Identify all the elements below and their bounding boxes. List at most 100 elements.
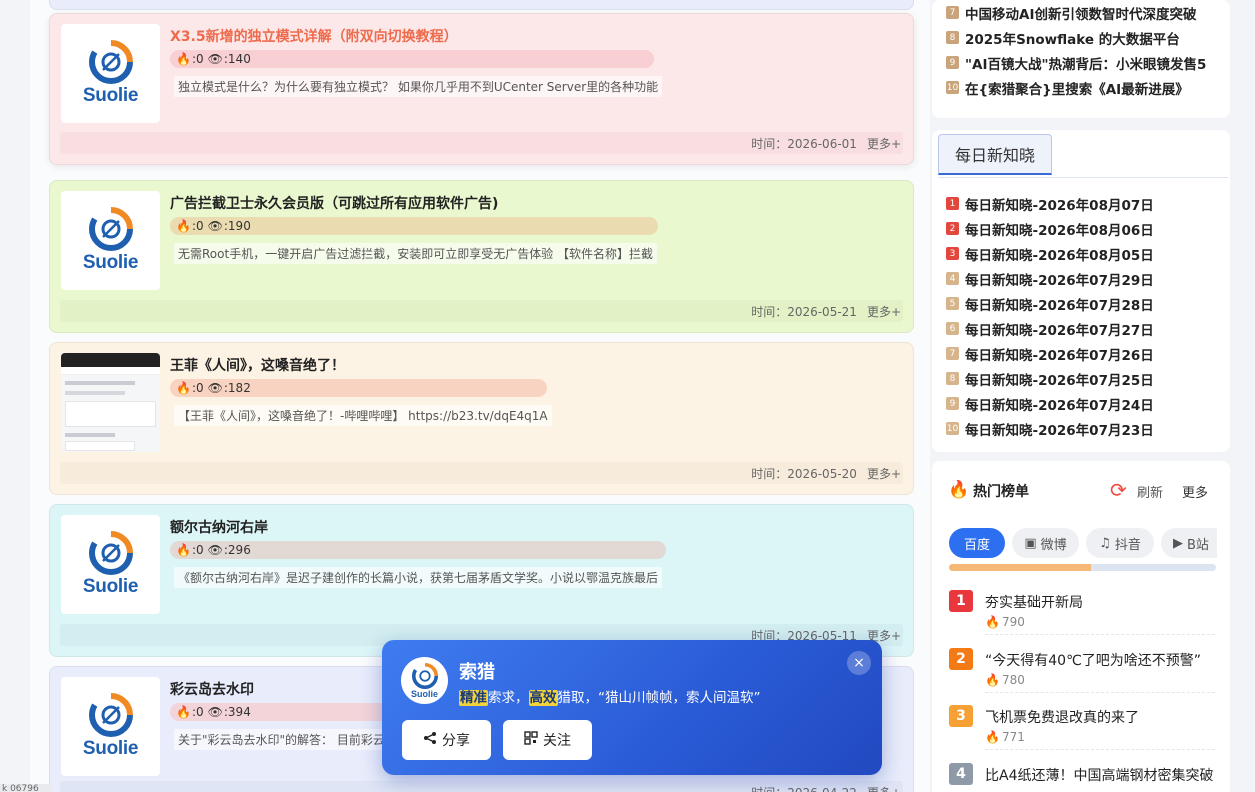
rank-badge: 3	[946, 247, 959, 260]
logo-text: Suolie	[82, 85, 139, 106]
article-title[interactable]: 王菲《人间》，这嗓音绝了！	[170, 355, 345, 375]
list-item[interactable]: 8 2025年Snowflake 的大数据平台	[946, 25, 1206, 50]
article-card[interactable]: Suolie 额尔古纳河右岸 🔥 :0 👁 :296 《额尔古纳河右岸》是迟子建…	[49, 504, 914, 657]
list-item-text[interactable]: 2025年Snowflake 的大数据平台	[965, 28, 1180, 48]
tab-douyin[interactable]: ♫ 抖音	[1086, 528, 1154, 558]
list-item[interactable]: 2 每日新知晓-2026年08月06日	[946, 216, 1154, 241]
list-item-text[interactable]: 每日新知晓-2026年07月25日	[965, 369, 1154, 389]
article-footer: 时间：2026-05-20 更多+	[60, 462, 903, 484]
hot-item-text[interactable]: 飞机票免费退改真的来了	[985, 707, 1139, 727]
eye-icon: 👁	[207, 705, 223, 719]
list-item-text[interactable]: 每日新知晓-2026年08月07日	[965, 194, 1154, 214]
like-count: :0	[191, 219, 204, 233]
view-count: :190	[223, 219, 251, 233]
tab-label: 百度	[963, 537, 990, 553]
hot-item-text[interactable]: 比A4纸还薄！中国高端钢材密集突破	[985, 765, 1213, 785]
fire-icon: 🔥	[176, 543, 191, 557]
divider	[985, 692, 1215, 693]
article-time: 时间：2026-04-22	[751, 784, 857, 792]
refresh-icon[interactable]: ⟳	[1110, 478, 1127, 502]
list-item[interactable]: 9 每日新知晓-2026年07月24日	[946, 391, 1154, 416]
follow-button[interactable]: 关注	[503, 720, 592, 760]
list-item[interactable]: 5 每日新知晓-2026年07月28日	[946, 291, 1154, 316]
list-item[interactable]: 8 每日新知晓-2026年07月25日	[946, 366, 1154, 391]
list-item[interactable]: 6 每日新知晓-2026年07月27日	[946, 316, 1154, 341]
article-thumbnail[interactable]: Suolie	[61, 515, 160, 614]
tab-label: B站	[1187, 537, 1209, 553]
tab-daily[interactable]: 每日新知晓	[938, 134, 1052, 175]
hot-count-value: 790	[1001, 615, 1025, 629]
article-meta: 🔥 :0 👁 :140	[170, 50, 654, 68]
hot-item-text[interactable]: 夯实基础开新局	[985, 592, 1083, 612]
list-item[interactable]: 1 每日新知晓-2026年08月07日	[946, 191, 1154, 216]
list-item-text[interactable]: 每日新知晓-2026年07月27日	[965, 319, 1154, 339]
rank-badge: 1	[946, 197, 959, 210]
list-item-text[interactable]: 每日新知晓-2026年07月26日	[965, 344, 1154, 364]
list-item[interactable]: 10 在{索猎聚合}里搜索《AI最新进展》	[946, 75, 1206, 100]
article-thumbnail[interactable]: Suolie	[61, 677, 160, 776]
article-thumbnail[interactable]	[61, 353, 160, 452]
more-link[interactable]: 更多+	[867, 135, 901, 152]
suolie-logo-icon	[88, 40, 133, 84]
article-thumbnail[interactable]: Suolie	[61, 191, 160, 290]
article-title[interactable]: X3.5新增的独立模式详解（附双向切换教程）	[170, 26, 458, 46]
more-link[interactable]: 更多+	[867, 303, 901, 320]
share-button[interactable]: 分享	[402, 720, 491, 760]
eye-icon: 👁	[207, 52, 223, 66]
flame-icon: 🔥	[985, 615, 1000, 629]
article-title[interactable]: 额尔古纳河右岸	[170, 517, 268, 537]
suolie-logo-icon	[88, 531, 133, 575]
hot-item-count: 🔥 780	[985, 673, 1025, 687]
more-button[interactable]: 更多	[1182, 482, 1208, 501]
flame-icon: 🔥	[948, 480, 970, 500]
share-label: 分享	[442, 733, 470, 749]
fire-icon: 🔥	[176, 52, 191, 66]
list-item[interactable]: 3 每日新知晓-2026年08月05日	[946, 241, 1154, 266]
list-item[interactable]: 9 "AI百镜大战"热潮背后：小米眼镜发售5	[946, 50, 1206, 75]
list-item[interactable]: 10 每日新知晓-2026年07月23日	[946, 416, 1154, 441]
list-item-text[interactable]: 每日新知晓-2026年07月28日	[965, 294, 1154, 314]
article-footer: 时间：2026-06-01 更多+	[60, 132, 903, 154]
rank-badge: 9	[946, 397, 959, 410]
flame-icon: 🔥	[985, 673, 1000, 687]
popup-subtitle: 精准索求，高效猎取，“猎山川帧帧，索人间温软”	[459, 686, 761, 706]
more-link[interactable]: 更多+	[867, 465, 901, 482]
article-desc: 【王菲《人间》，这嗓音绝了！-哔哩哔哩】 https://b23.tv/dqE4…	[174, 405, 552, 426]
list-item-text[interactable]: 每日新知晓-2026年07月24日	[965, 394, 1154, 414]
suolie-logo-icon	[411, 662, 438, 689]
logo-text: Suolie	[82, 738, 139, 759]
article-card[interactable]: Suolie X3.5新增的独立模式详解（附双向切换教程） 🔥 :0 👁 :14…	[49, 13, 914, 165]
tab-baidu[interactable]: 百度	[949, 528, 1005, 558]
article-title[interactable]: 广告拦截卫士永久会员版（可跳过所有应用软件广告)	[170, 193, 498, 213]
top-list: 7 中国移动AI创新引领数智时代深度突破 8 2025年Snowflake 的大…	[946, 0, 1206, 100]
tab-bilibili[interactable]: ▶ B站	[1161, 528, 1217, 558]
article-card-partial	[49, 0, 914, 10]
more-link[interactable]: 更多+	[867, 784, 901, 792]
follow-label: 关注	[543, 733, 571, 749]
list-item[interactable]: 7 每日新知晓-2026年07月26日	[946, 341, 1154, 366]
tab-progress-fill	[949, 564, 1091, 571]
like-count: :0	[191, 52, 204, 66]
refresh-button[interactable]: 刷新	[1137, 482, 1163, 501]
list-item-text[interactable]: 每日新知晓-2026年07月23日	[965, 419, 1154, 439]
list-item-text[interactable]: 每日新知晓-2026年08月05日	[965, 244, 1154, 264]
close-button[interactable]: ×	[847, 651, 871, 675]
list-item-text[interactable]: 中国移动AI创新引领数智时代深度突破	[965, 3, 1196, 23]
article-card[interactable]: Suolie 广告拦截卫士永久会员版（可跳过所有应用软件广告) 🔥 :0 👁 :…	[49, 180, 914, 333]
like-count: :0	[191, 543, 204, 557]
list-item-text[interactable]: 每日新知晓-2026年08月06日	[965, 219, 1154, 239]
list-item[interactable]: 7 中国移动AI创新引领数智时代深度突破	[946, 0, 1206, 25]
list-item-text[interactable]: 每日新知晓-2026年07月29日	[965, 269, 1154, 289]
divider	[985, 634, 1215, 635]
view-count: :394	[223, 705, 251, 719]
list-item[interactable]: 4 每日新知晓-2026年07月29日	[946, 266, 1154, 291]
list-item-text[interactable]: 在{索猎聚合}里搜索《AI最新进展》	[965, 78, 1189, 98]
article-card[interactable]: 王菲《人间》，这嗓音绝了！ 🔥 :0 👁 :182 【王菲《人间》，这嗓音绝了！…	[49, 342, 914, 495]
rank-badge: 9	[946, 56, 959, 69]
hot-item-text[interactable]: “今天得有40℃了吧为啥还不预警”	[985, 650, 1201, 670]
list-item-text[interactable]: "AI百镜大战"热潮背后：小米眼镜发售5	[965, 53, 1206, 73]
article-title[interactable]: 彩云岛去水印	[170, 679, 254, 699]
tab-weibo[interactable]: ▣ 微博	[1012, 528, 1079, 558]
article-thumbnail[interactable]: Suolie	[61, 24, 160, 123]
article-time: 时间：2026-05-21	[751, 304, 857, 319]
